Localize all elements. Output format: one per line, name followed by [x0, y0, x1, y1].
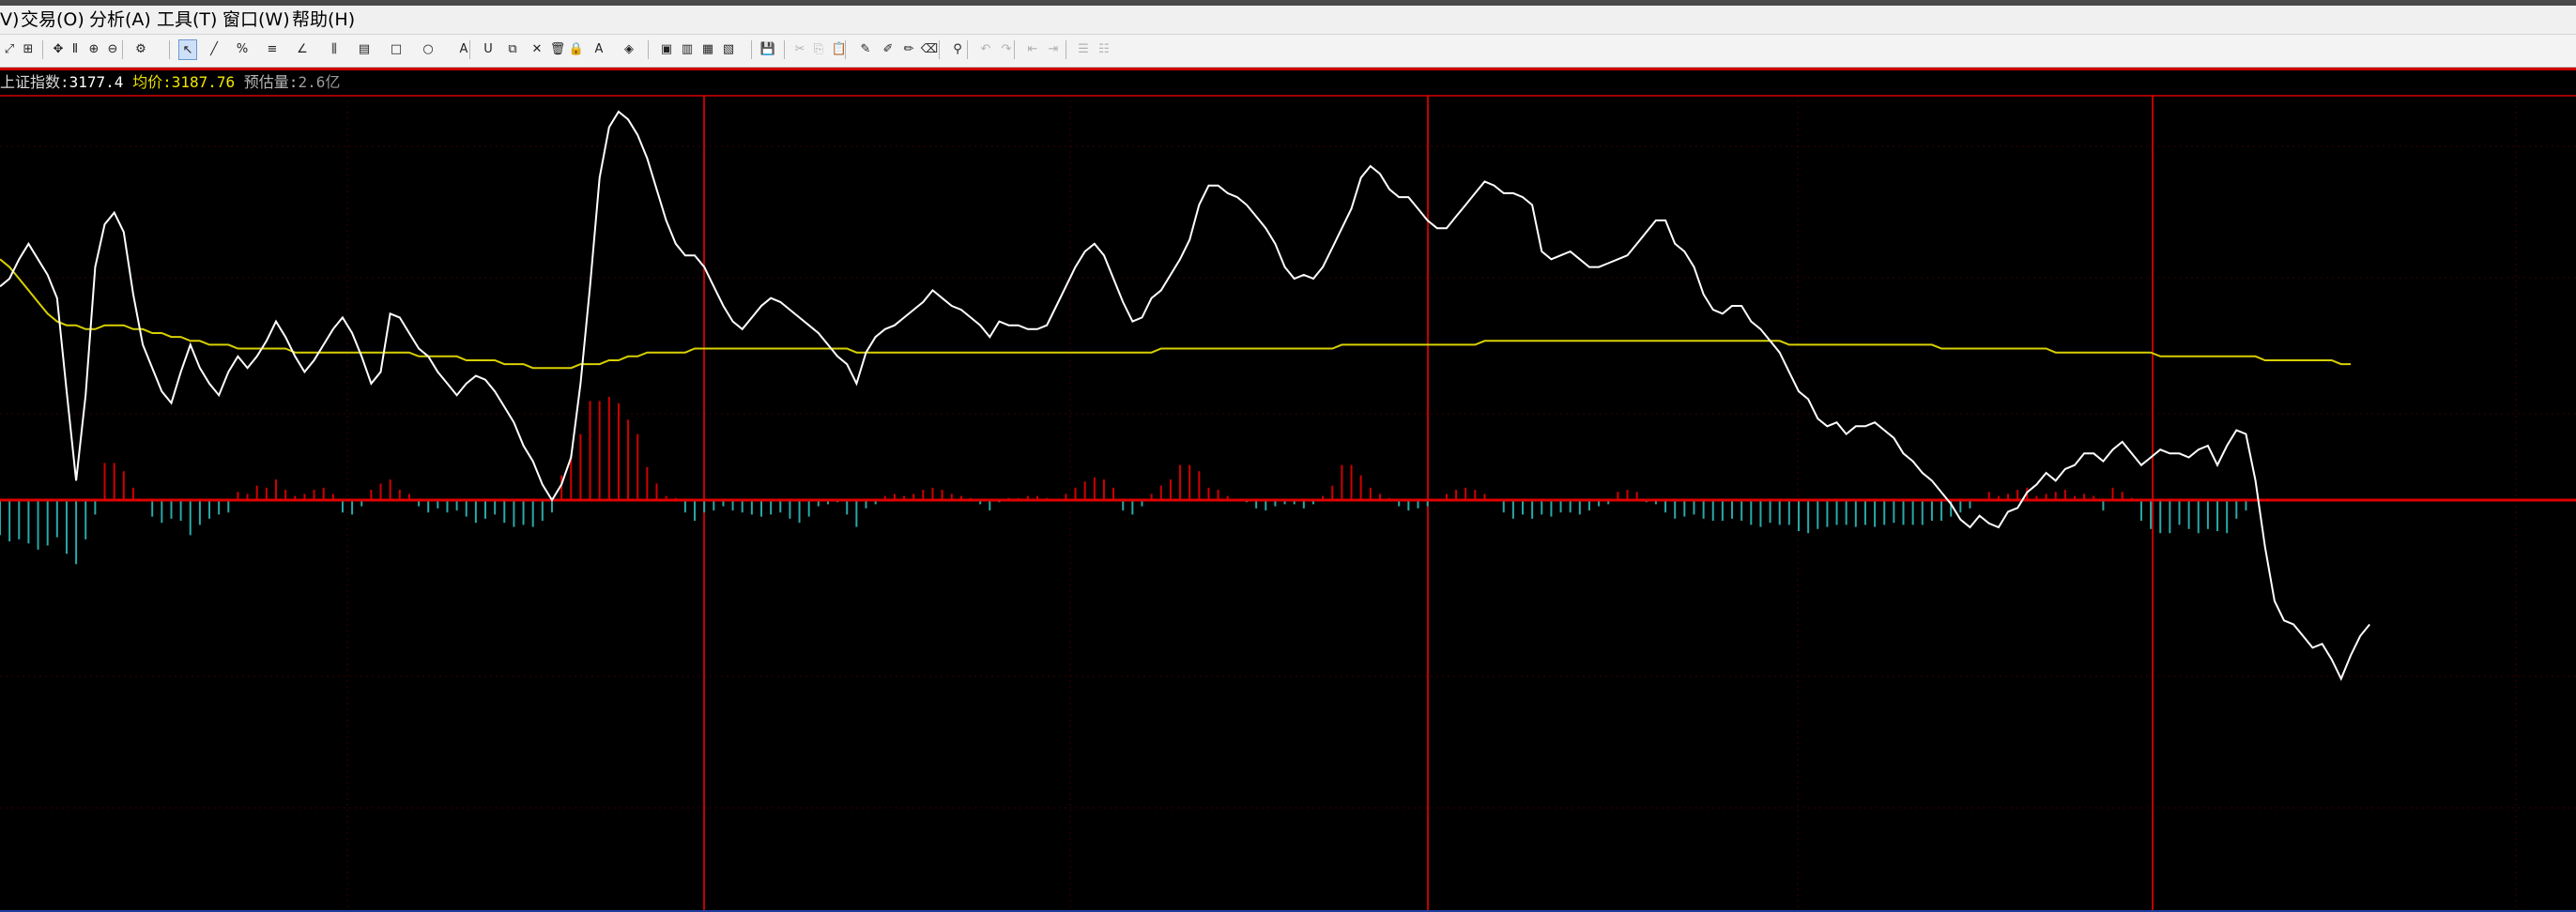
- zoom-in-icon[interactable]: ⊕: [84, 39, 103, 60]
- menu-item-5[interactable]: 帮助(H): [292, 9, 355, 30]
- grid-icon[interactable]: ⊞: [19, 39, 38, 60]
- menu-item-0[interactable]: V): [0, 9, 19, 30]
- erase-icon[interactable]: ⌫: [920, 39, 939, 60]
- chart-layout3-icon[interactable]: ▦: [698, 39, 717, 60]
- index-label: 上证指数:: [0, 73, 69, 91]
- move-icon[interactable]: ✥: [49, 39, 68, 60]
- menu-item-2[interactable]: 分析(A): [89, 9, 151, 30]
- delete-tool-icon[interactable]: ✕: [528, 39, 546, 60]
- chart-layout2-icon[interactable]: ▥: [678, 39, 697, 60]
- toolbar-separator: [784, 40, 785, 59]
- chart-layout1-icon[interactable]: ▣: [657, 39, 676, 60]
- toolbar-separator: [751, 40, 752, 59]
- bar-icon[interactable]: Ⅱ: [66, 39, 84, 60]
- fib-tool-icon[interactable]: ≡: [263, 39, 282, 60]
- font-color-icon[interactable]: A: [590, 39, 608, 60]
- menu-item-3[interactable]: 工具(T): [157, 9, 217, 30]
- ellipse-tool-icon[interactable]: ○: [419, 39, 437, 60]
- trash-icon[interactable]: 🗑: [548, 39, 567, 60]
- brush3-icon[interactable]: ✏: [899, 39, 918, 60]
- lock-icon[interactable]: 🔒: [567, 39, 586, 60]
- fill-icon[interactable]: ◈: [620, 39, 638, 60]
- undo-icon[interactable]: ↶: [976, 39, 995, 60]
- avg-price-line: [0, 258, 2351, 370]
- menu-item-4[interactable]: 窗口(W): [222, 9, 290, 30]
- toolbar-separator: [648, 40, 649, 59]
- text-tool-icon[interactable]: A: [454, 39, 473, 60]
- intraday-chart[interactable]: [0, 95, 2576, 912]
- brush1-icon[interactable]: ✎: [856, 39, 875, 60]
- cursor-icon[interactable]: ↖: [178, 39, 197, 60]
- zoom-out-icon[interactable]: ⊖: [103, 39, 122, 60]
- est-volume-label: 预估量:: [243, 73, 299, 91]
- avg-price-value: 3187.76: [171, 73, 236, 91]
- rect-tool-icon[interactable]: □: [387, 39, 406, 60]
- copy-tool-icon[interactable]: ⧉: [503, 39, 522, 60]
- line-tool-icon[interactable]: ╱: [205, 39, 223, 60]
- toolbar-separator: [169, 40, 170, 59]
- avg-price-label: 均价:: [132, 73, 172, 91]
- price-line: [0, 110, 2370, 681]
- zoom-fit-icon[interactable]: ⤢: [0, 39, 19, 60]
- toolbar-separator: [967, 40, 968, 59]
- paste-icon[interactable]: 📋: [830, 39, 849, 60]
- angle-tool-icon[interactable]: ∠: [293, 39, 312, 60]
- toolbar-separator: [122, 40, 123, 59]
- quote-info-bar: 上证指数:3177.4 均价:3187.76 预估量:2.6亿: [0, 70, 2576, 95]
- redo-icon[interactable]: ↷: [997, 39, 1016, 60]
- settings-icon[interactable]: ⚙: [131, 39, 150, 60]
- list2-icon[interactable]: ☷: [1095, 39, 1113, 60]
- outdent-icon[interactable]: ⇥: [1044, 39, 1063, 60]
- index-value: 3177.4: [69, 73, 124, 91]
- brush2-icon[interactable]: ✐: [879, 39, 897, 60]
- cut-icon[interactable]: ✂: [790, 39, 809, 60]
- chart-layout4-icon[interactable]: ▧: [719, 39, 738, 60]
- save-icon[interactable]: 💾: [759, 39, 777, 60]
- est-volume-value: 2.6亿: [298, 73, 341, 91]
- indent-icon[interactable]: ⇤: [1023, 39, 1042, 60]
- drawing-toolbar: ⤢ ⊞ ✥ Ⅱ ⊕ ⊖ ⚙ ↖ ╱% ≡ ∠ ⫼ ▤ □ ○ A U ⧉ ✕ 🗑 🔒 A ◈ ▣ ▥ ▦ ▧ 💾 ✂ ⎘ 📋 ✎ ✐ ✏ ⌫ ⚲ ↶ ↷ ⇤…: [0, 35, 2576, 68]
- intraday-chart-panel[interactable]: [0, 95, 2576, 912]
- toolbar-separator: [42, 40, 43, 59]
- copy-icon[interactable]: ⎘: [809, 39, 828, 60]
- toolbar-separator: [939, 40, 940, 59]
- menu-item-1[interactable]: 交易(O): [21, 9, 84, 30]
- menu-bar: V) 交易(O) 分析(A) 工具(T) 窗口(W) 帮助(H): [0, 6, 2576, 35]
- magnet-icon[interactable]: U: [479, 39, 498, 60]
- percent-tool-icon[interactable]: %: [233, 39, 252, 60]
- hlines-tool-icon[interactable]: ▤: [355, 39, 374, 60]
- channel-tool-icon[interactable]: ⫼: [325, 39, 344, 60]
- binoculars-icon[interactable]: ⚲: [948, 39, 967, 60]
- list1-icon[interactable]: ☰: [1074, 39, 1093, 60]
